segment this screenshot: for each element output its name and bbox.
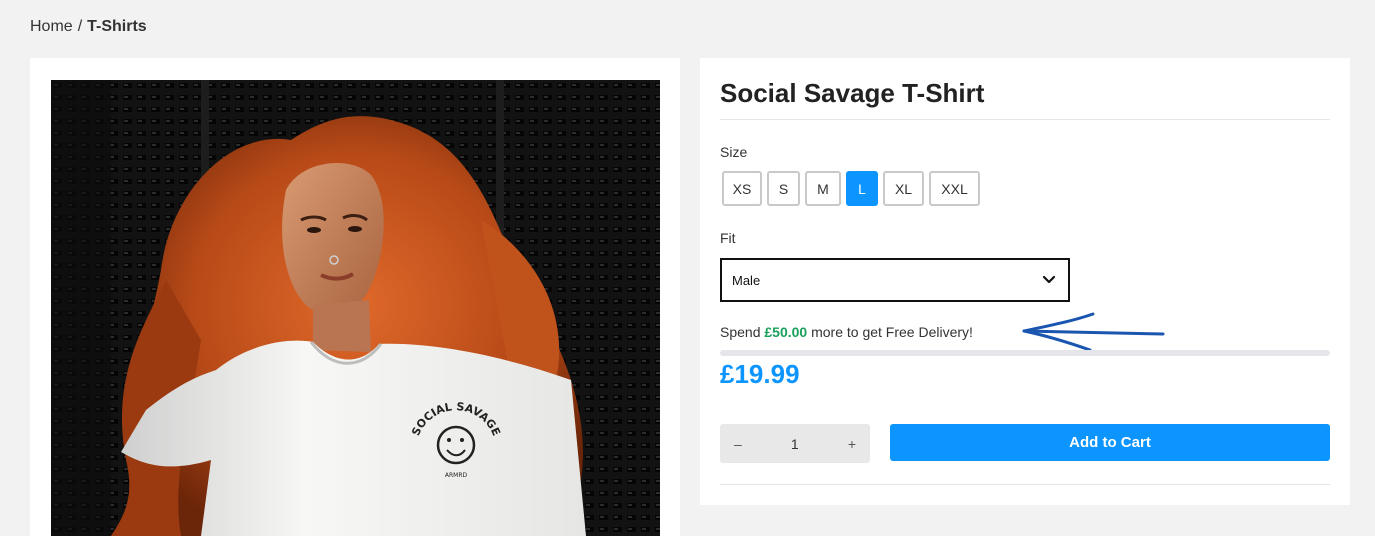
product-image-panel: SOCIAL SAVAGE ARMRD	[30, 58, 680, 536]
size-option-xs[interactable]: XS	[722, 171, 762, 206]
quantity-decrease-button[interactable]: –	[734, 436, 742, 452]
product-title: Social Savage T-Shirt	[720, 78, 985, 108]
product-info-panel: Social Savage T-Shirt Size XS S M L XL X…	[700, 58, 1350, 505]
add-to-cart-button[interactable]: Add to Cart	[890, 424, 1330, 461]
quantity-value[interactable]: 1	[791, 436, 799, 452]
hand-drawn-arrow-icon	[1022, 312, 1165, 352]
product-image[interactable]: SOCIAL SAVAGE ARMRD	[51, 80, 660, 536]
divider	[720, 119, 1330, 120]
delivery-amount: £50.00	[764, 324, 808, 340]
breadcrumb-separator: /	[77, 18, 83, 35]
breadcrumb: Home / T-Shirts	[30, 18, 147, 36]
chevron-down-icon	[1042, 275, 1056, 284]
fit-select-value: Male	[732, 272, 761, 288]
size-option-m[interactable]: M	[805, 171, 841, 206]
size-option-l[interactable]: L	[846, 171, 878, 206]
size-option-s[interactable]: S	[767, 171, 800, 206]
fit-select[interactable]: Male	[720, 258, 1070, 302]
free-delivery-progress-bar	[720, 350, 1330, 356]
size-selector: XS S M L XL XXL	[722, 171, 980, 206]
size-option-xxl[interactable]: XXL	[929, 171, 980, 206]
delivery-suffix: more to get Free Delivery!	[811, 324, 973, 340]
fit-label: Fit	[720, 230, 736, 246]
delivery-prefix: Spend	[720, 324, 761, 340]
breadcrumb-current: T-Shirts	[87, 18, 147, 35]
size-option-xl[interactable]: XL	[883, 171, 924, 206]
tee-print-subtext: ARMRD	[445, 472, 468, 479]
free-delivery-message: Spend £50.00 more to get Free Delivery!	[720, 324, 973, 340]
size-label: Size	[720, 144, 748, 160]
quantity-increase-button[interactable]: +	[848, 436, 856, 452]
quantity-stepper: – 1 +	[720, 424, 870, 463]
breadcrumb-home-link[interactable]: Home	[30, 18, 73, 35]
product-price: £19.99	[720, 359, 800, 389]
divider	[720, 484, 1330, 485]
